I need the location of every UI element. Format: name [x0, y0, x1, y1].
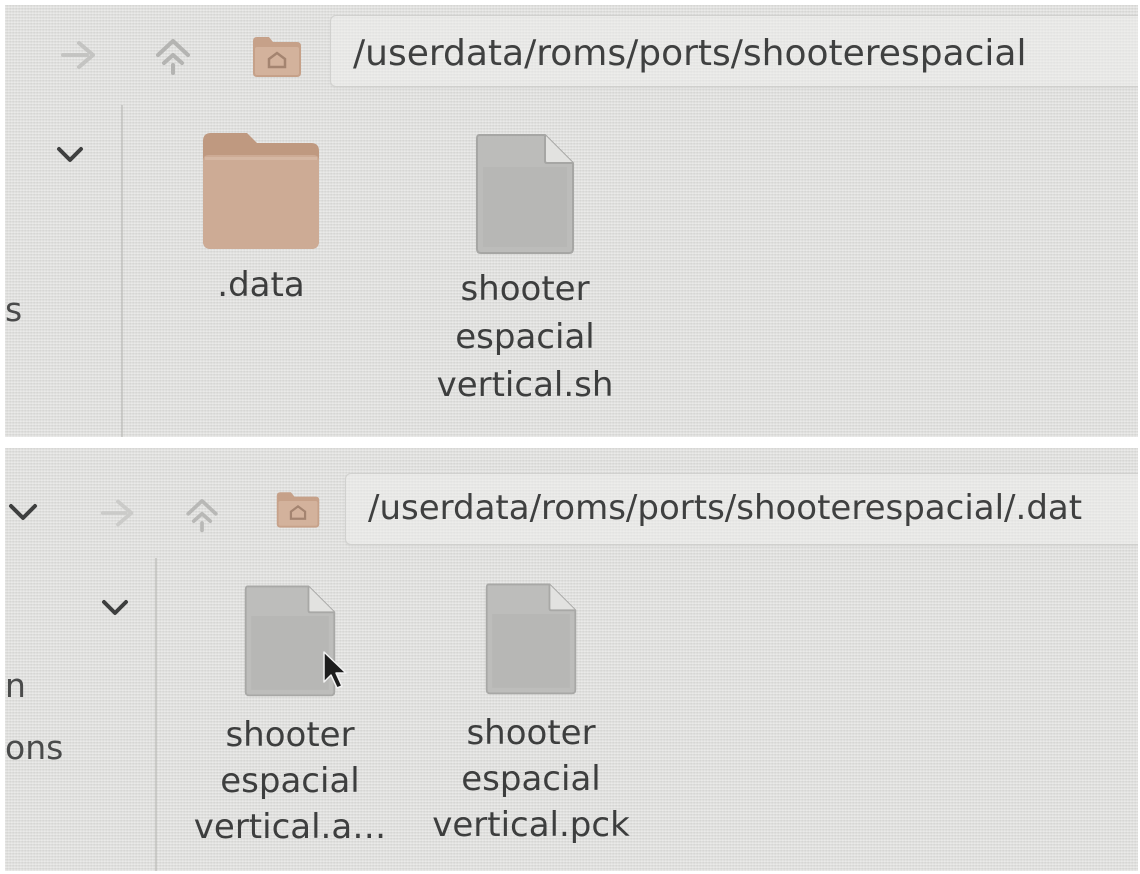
mouse-cursor-icon	[323, 651, 347, 689]
file-manager-screen-2: /userdata/roms/ports/shooterespacial/.da…	[5, 448, 1138, 871]
file-item-a[interactable]: shooter espacial vertical.a…	[180, 582, 400, 850]
forward-arrow-icon[interactable]	[57, 33, 101, 77]
location-path: /userdata/roms/ports/shooterespacial/.da…	[368, 488, 1083, 528]
sidebar-item-label[interactable]: n	[5, 666, 26, 705]
sidebar-separator	[121, 105, 123, 437]
sidebar-separator	[155, 558, 157, 871]
sidebar-item-label[interactable]: ons	[5, 728, 63, 767]
location-bar[interactable]: /userdata/roms/ports/shooterespacial/.da…	[345, 473, 1138, 545]
file-name: shooter espacial vertical.pck	[432, 713, 630, 845]
folder-icon	[203, 133, 319, 249]
folder-item-data[interactable]: .data	[151, 131, 371, 309]
file-item-pck[interactable]: shooter espacial vertical.pck	[421, 580, 641, 848]
chevron-down-icon[interactable]	[7, 502, 39, 524]
file-name: .data	[217, 265, 305, 305]
go-up-icon[interactable]	[148, 27, 198, 77]
chevron-down-icon[interactable]	[55, 145, 85, 165]
go-up-icon[interactable]	[179, 488, 225, 534]
forward-arrow-icon[interactable]	[97, 492, 139, 534]
file-manager-screen-1: /userdata/roms/ports/shooterespacial s .…	[5, 5, 1138, 437]
file-name: shooter espacial vertical.sh	[436, 269, 614, 405]
home-folder-icon[interactable]	[275, 488, 321, 530]
chevron-down-icon[interactable]	[100, 598, 130, 618]
file-name: shooter espacial vertical.a…	[193, 715, 387, 847]
generic-file-icon	[485, 583, 577, 695]
location-bar[interactable]: /userdata/roms/ports/shooterespacial	[330, 15, 1138, 87]
home-folder-icon[interactable]	[251, 33, 303, 79]
file-item-sh[interactable]: shooter espacial vertical.sh	[415, 131, 635, 409]
generic-file-icon	[476, 134, 574, 254]
sidebar-item-label[interactable]: s	[5, 290, 22, 329]
location-path: /userdata/roms/ports/shooterespacial	[353, 33, 1027, 74]
